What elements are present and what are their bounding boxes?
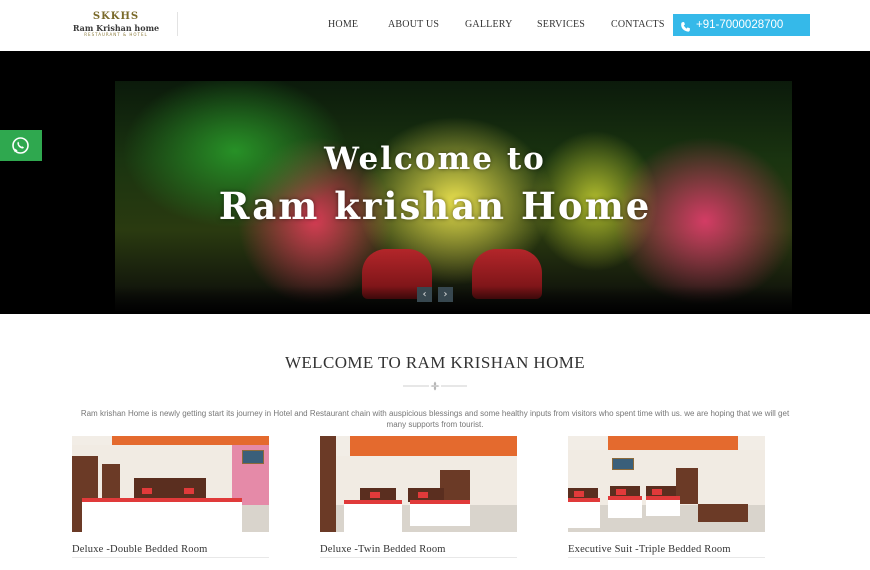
room-photo[interactable] [72, 436, 269, 532]
room-photo[interactable] [568, 436, 765, 532]
site-logo[interactable]: SKKHS Ram Krishan home RESTAURANT & HOTE… [72, 11, 160, 37]
nav-gallery[interactable]: GALLERY [465, 19, 513, 30]
phone-icon [680, 19, 692, 32]
slider-next-button[interactable]: › [438, 287, 453, 302]
nav-home[interactable]: HOME [328, 19, 358, 30]
welcome-title: WELCOME TO RAM KRISHAN HOME [284, 353, 586, 372]
hero-floor-shade [115, 286, 792, 311]
room-divider [72, 557, 269, 558]
site-header: SKKHS Ram Krishan home RESTAURANT & HOTE… [0, 0, 870, 50]
hero-title-line1: Welcome to [324, 141, 546, 177]
slider-prev-button[interactable]: ‹ [417, 287, 432, 302]
nav-contacts[interactable]: CONTACTS [611, 19, 665, 30]
room-name[interactable]: Deluxe -Double Bedded Room [72, 544, 270, 555]
nav-services[interactable]: SERVICES [537, 19, 585, 30]
room-card[interactable]: Deluxe -Twin Bedded Room [320, 436, 518, 558]
phone-button[interactable]: +91-7000028700 [673, 14, 810, 36]
room-card[interactable]: Executive Suit -Triple Bedded Room [568, 436, 766, 558]
hero-title-line2: Ram krishan Home [218, 184, 652, 228]
room-divider [320, 557, 517, 558]
room-name[interactable]: Deluxe -Twin Bedded Room [320, 544, 518, 555]
logo-ornament: SKKHS [92, 11, 140, 22]
whatsapp-icon [11, 136, 30, 155]
logo-tagline: RESTAURANT & HOTEL [84, 32, 148, 37]
hero-slider: Welcome to Ram krishan Home ‹ › [0, 51, 870, 314]
nav-about-us[interactable]: ABOUT US [388, 19, 439, 30]
room-name[interactable]: Executive Suit -Triple Bedded Room [568, 544, 766, 555]
room-card[interactable]: Deluxe -Double Bedded Room [72, 436, 270, 558]
welcome-intro-text: Ram krishan Home is newly getting start … [80, 409, 790, 429]
whatsapp-button[interactable] [0, 130, 42, 161]
phone-number: +91-7000028700 [696, 19, 784, 31]
title-ornament-icon [403, 378, 467, 391]
room-divider [568, 557, 765, 558]
room-photo[interactable] [320, 436, 517, 532]
logo-divider [177, 12, 178, 36]
